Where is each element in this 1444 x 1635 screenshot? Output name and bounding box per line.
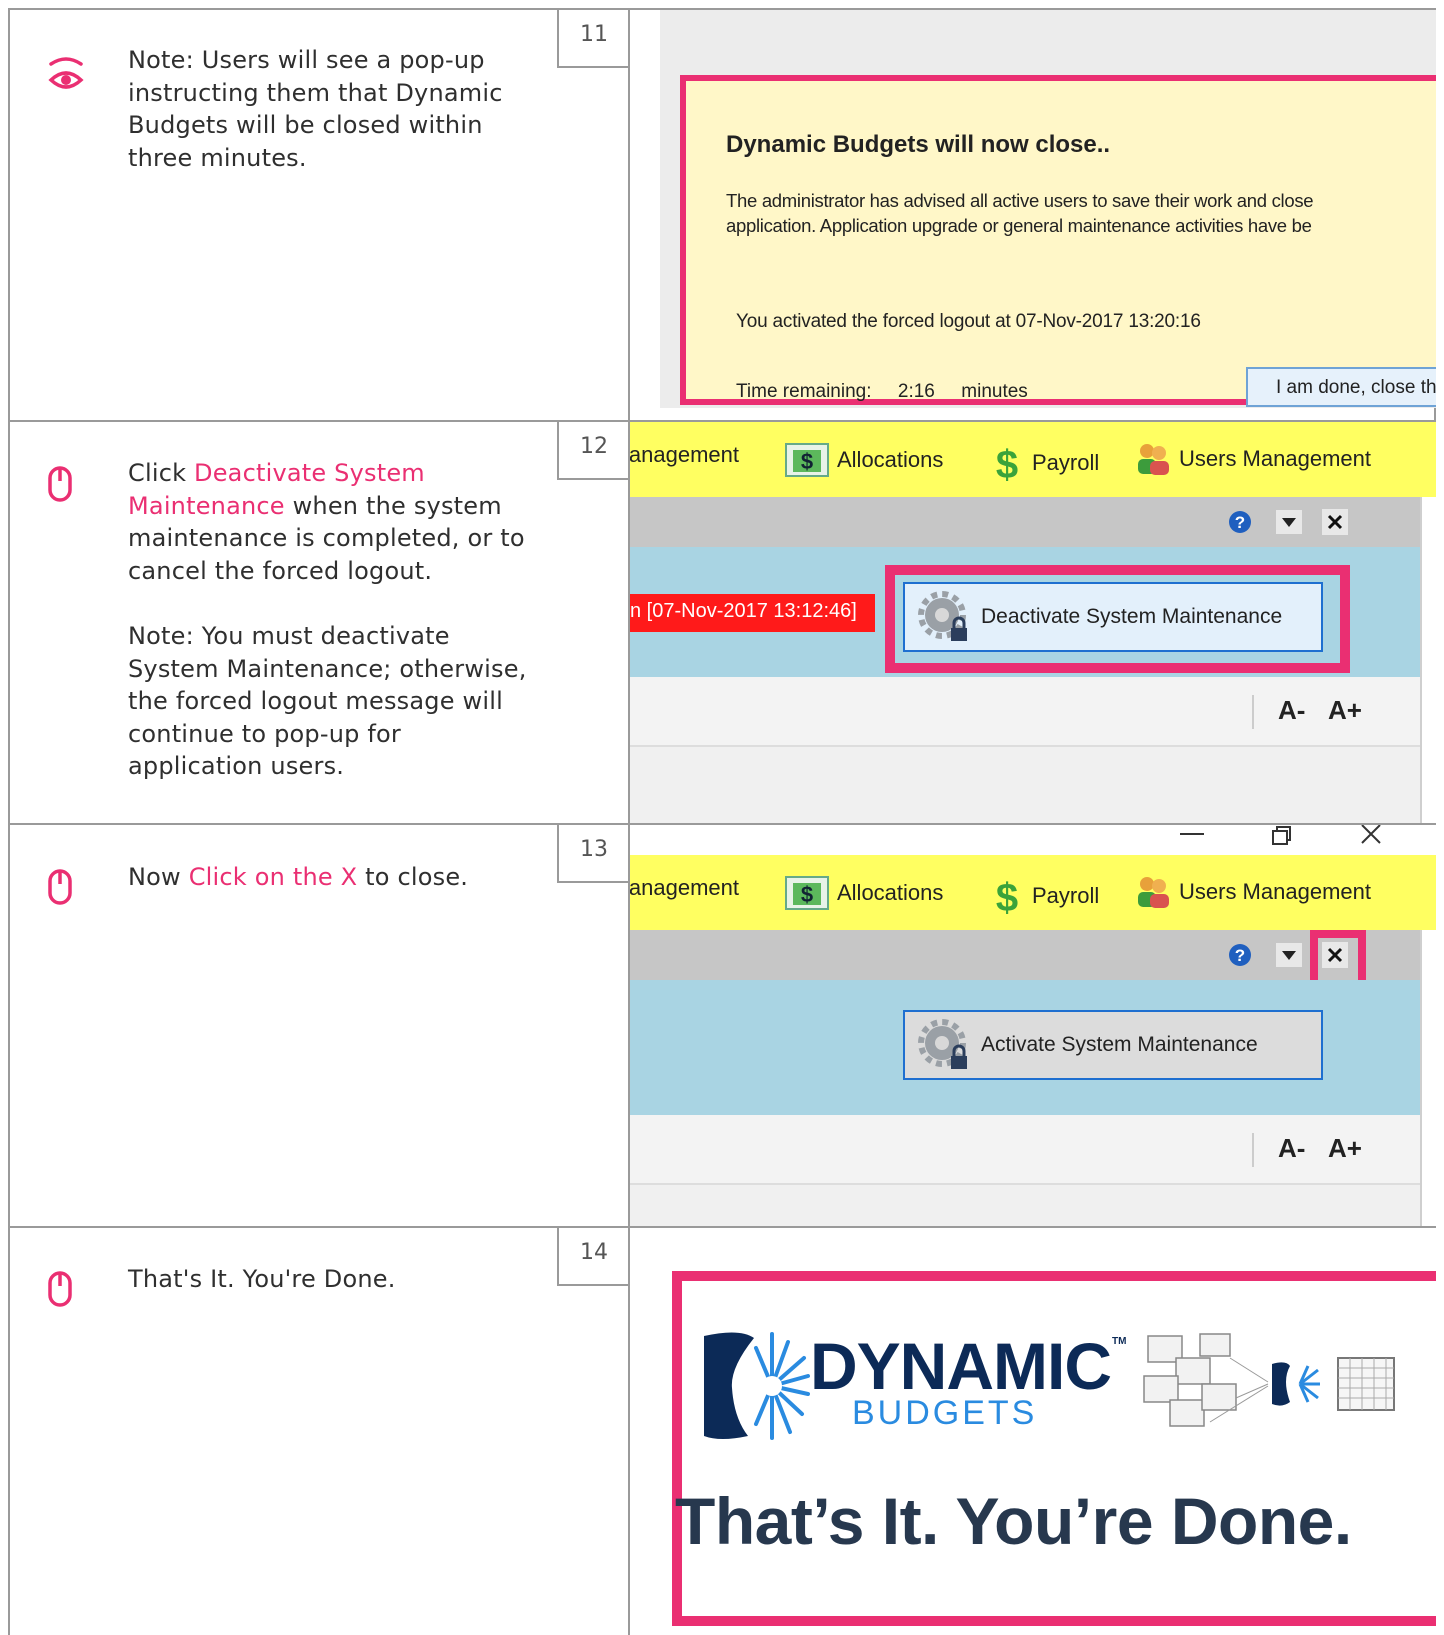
activate-system-maintenance-button[interactable]: Activate System Maintenance bbox=[903, 1010, 1323, 1080]
step-screenshot: Dynamic Budgets will now close.. The adm… bbox=[630, 10, 1436, 408]
close-icon[interactable] bbox=[1322, 942, 1348, 968]
panel-titlebar: ? bbox=[630, 497, 1420, 547]
decrease-font-button[interactable]: A- bbox=[1278, 1133, 1305, 1164]
svg-text:?: ? bbox=[1235, 513, 1245, 532]
svg-text:$: $ bbox=[996, 876, 1018, 917]
svg-text:?: ? bbox=[1235, 946, 1245, 965]
content-area bbox=[630, 747, 1420, 823]
step-note: Note: Users will see a pop-up instructin… bbox=[128, 46, 503, 172]
close-application-button[interactable]: I am done, close th bbox=[1246, 367, 1436, 407]
step-instruction: That's It. You're Done. bbox=[128, 1265, 396, 1293]
gear-lock-icon bbox=[918, 1019, 967, 1069]
logout-popup: Dynamic Budgets will now close.. The adm… bbox=[680, 75, 1436, 407]
users-icon bbox=[1138, 877, 1169, 908]
step-screenshot: lanagement $ Allocations $ Payroll Users… bbox=[630, 825, 1436, 1226]
step-note: Note: You must deactivate System Mainten… bbox=[128, 622, 527, 780]
dollar-sheet-icon: $ bbox=[785, 443, 829, 477]
mouse-icon bbox=[48, 869, 72, 905]
toolbar-divider bbox=[1252, 1133, 1254, 1167]
maintenance-panel: Activate System Maintenance bbox=[630, 980, 1420, 1115]
step-instructions: That's It. You're Done. bbox=[128, 1263, 528, 1296]
restore-icon[interactable] bbox=[1270, 825, 1292, 845]
svg-text:$: $ bbox=[801, 882, 813, 907]
module-toolbar: lanagement $ Allocations $ Payroll Users… bbox=[630, 422, 1436, 497]
panel-titlebar: ? bbox=[630, 930, 1420, 988]
instruction-highlight: Click on the X bbox=[188, 863, 358, 891]
toolbar-allocations[interactable]: $ Allocations bbox=[785, 875, 943, 911]
window-edge bbox=[1420, 930, 1436, 1226]
popup-message-line: application. Application upgrade or gene… bbox=[726, 215, 1312, 236]
window-edge bbox=[1420, 497, 1436, 823]
chevron-down-icon[interactable] bbox=[1276, 943, 1302, 967]
logo-wordmark: DYNAMIC bbox=[810, 1329, 1112, 1403]
mouse-icon bbox=[48, 1271, 72, 1307]
dollar-sheet-icon: $ bbox=[785, 876, 829, 910]
step-screenshot: DYNAMIC TM BUDGETS That’s It. You’re Don… bbox=[630, 1228, 1436, 1635]
popup-message: The administrator has advised all active… bbox=[726, 188, 1436, 238]
help-icon[interactable]: ? bbox=[1228, 510, 1252, 534]
mouse-icon bbox=[48, 466, 72, 502]
eye-icon bbox=[48, 57, 84, 89]
window-close-icon[interactable] bbox=[1360, 825, 1382, 845]
decrease-font-button[interactable]: A- bbox=[1278, 695, 1305, 726]
instruction-text: to close. bbox=[357, 863, 469, 891]
minimize-icon[interactable] bbox=[1180, 833, 1204, 835]
toolbar-users-management[interactable]: Users Management bbox=[1135, 875, 1371, 909]
step-screenshot: lanagement $ Allocations $ Payroll Users… bbox=[630, 422, 1436, 823]
step-number: 12 bbox=[557, 422, 629, 480]
popup-message-line: The administrator has advised all active… bbox=[726, 190, 1314, 211]
close-icon[interactable] bbox=[1322, 509, 1348, 535]
help-icon[interactable]: ? bbox=[1228, 943, 1252, 967]
time-remaining: Time remaining: 2:16 minutes bbox=[736, 381, 1028, 402]
chevron-down-icon[interactable] bbox=[1276, 510, 1302, 534]
logo-subtitle: BUDGETS bbox=[852, 1394, 1038, 1432]
step-instruction: Click Deactivate System Maintenance when… bbox=[128, 457, 528, 587]
module-toolbar: lanagement $ Allocations $ Payroll Users… bbox=[630, 855, 1436, 930]
step-instructions: Note: Users will see a pop-up instructin… bbox=[128, 44, 528, 174]
deactivate-system-maintenance-button[interactable]: Deactivate System Maintenance bbox=[903, 582, 1323, 652]
toolbar-allocations[interactable]: $ Allocations bbox=[785, 442, 943, 478]
step-instructions: Now Click on the X to close. bbox=[128, 861, 528, 894]
toolbar-users-management[interactable]: Users Management bbox=[1135, 442, 1371, 476]
activated-text: You activated the forced logout at 07-No… bbox=[736, 311, 1201, 332]
dollar-icon: $ bbox=[996, 876, 1018, 917]
font-size-bar: A- A+ bbox=[630, 1115, 1420, 1185]
highlight-box bbox=[672, 1271, 1436, 1626]
step-instructions: Click Deactivate System Maintenance when… bbox=[128, 457, 528, 783]
toolbar-divider bbox=[1252, 695, 1254, 729]
step-instruction: Now Click on the X to close. bbox=[128, 861, 528, 894]
gear-lock-icon bbox=[918, 591, 967, 641]
maintenance-panel: n [07-Nov-2017 13:12:46] Deactivate Syst… bbox=[630, 547, 1420, 677]
svg-text:$: $ bbox=[801, 449, 813, 474]
popup-title: Dynamic Budgets will now close.. bbox=[726, 131, 1111, 158]
step-number: 11 bbox=[557, 10, 629, 68]
font-size-bar: A- A+ bbox=[630, 677, 1420, 747]
toolbar-payroll[interactable]: $ Payroll bbox=[990, 442, 1099, 484]
step-number: 13 bbox=[557, 825, 629, 883]
users-icon bbox=[1138, 444, 1169, 475]
increase-font-button[interactable]: A+ bbox=[1328, 695, 1362, 726]
toolbar-management[interactable]: lanagement bbox=[630, 875, 739, 901]
toolbar-management[interactable]: lanagement bbox=[630, 442, 739, 468]
data-flow-graphic-icon bbox=[1143, 1333, 1395, 1427]
logo-trademark: TM bbox=[1112, 1336, 1127, 1347]
content-area bbox=[630, 1185, 1420, 1226]
svg-text:$: $ bbox=[996, 443, 1018, 484]
done-banner: That’s It. You’re Done. bbox=[675, 1484, 1352, 1558]
instruction-text: Now bbox=[128, 863, 189, 891]
toolbar-payroll[interactable]: $ Payroll bbox=[990, 875, 1099, 917]
increase-font-button[interactable]: A+ bbox=[1328, 1133, 1362, 1164]
maintenance-status: n [07-Nov-2017 13:12:46] bbox=[630, 594, 875, 632]
dollar-icon: $ bbox=[996, 443, 1018, 484]
instruction-text: Click bbox=[128, 459, 195, 487]
dynamic-budgets-logo-icon bbox=[704, 1332, 810, 1440]
step-number: 14 bbox=[557, 1228, 629, 1286]
